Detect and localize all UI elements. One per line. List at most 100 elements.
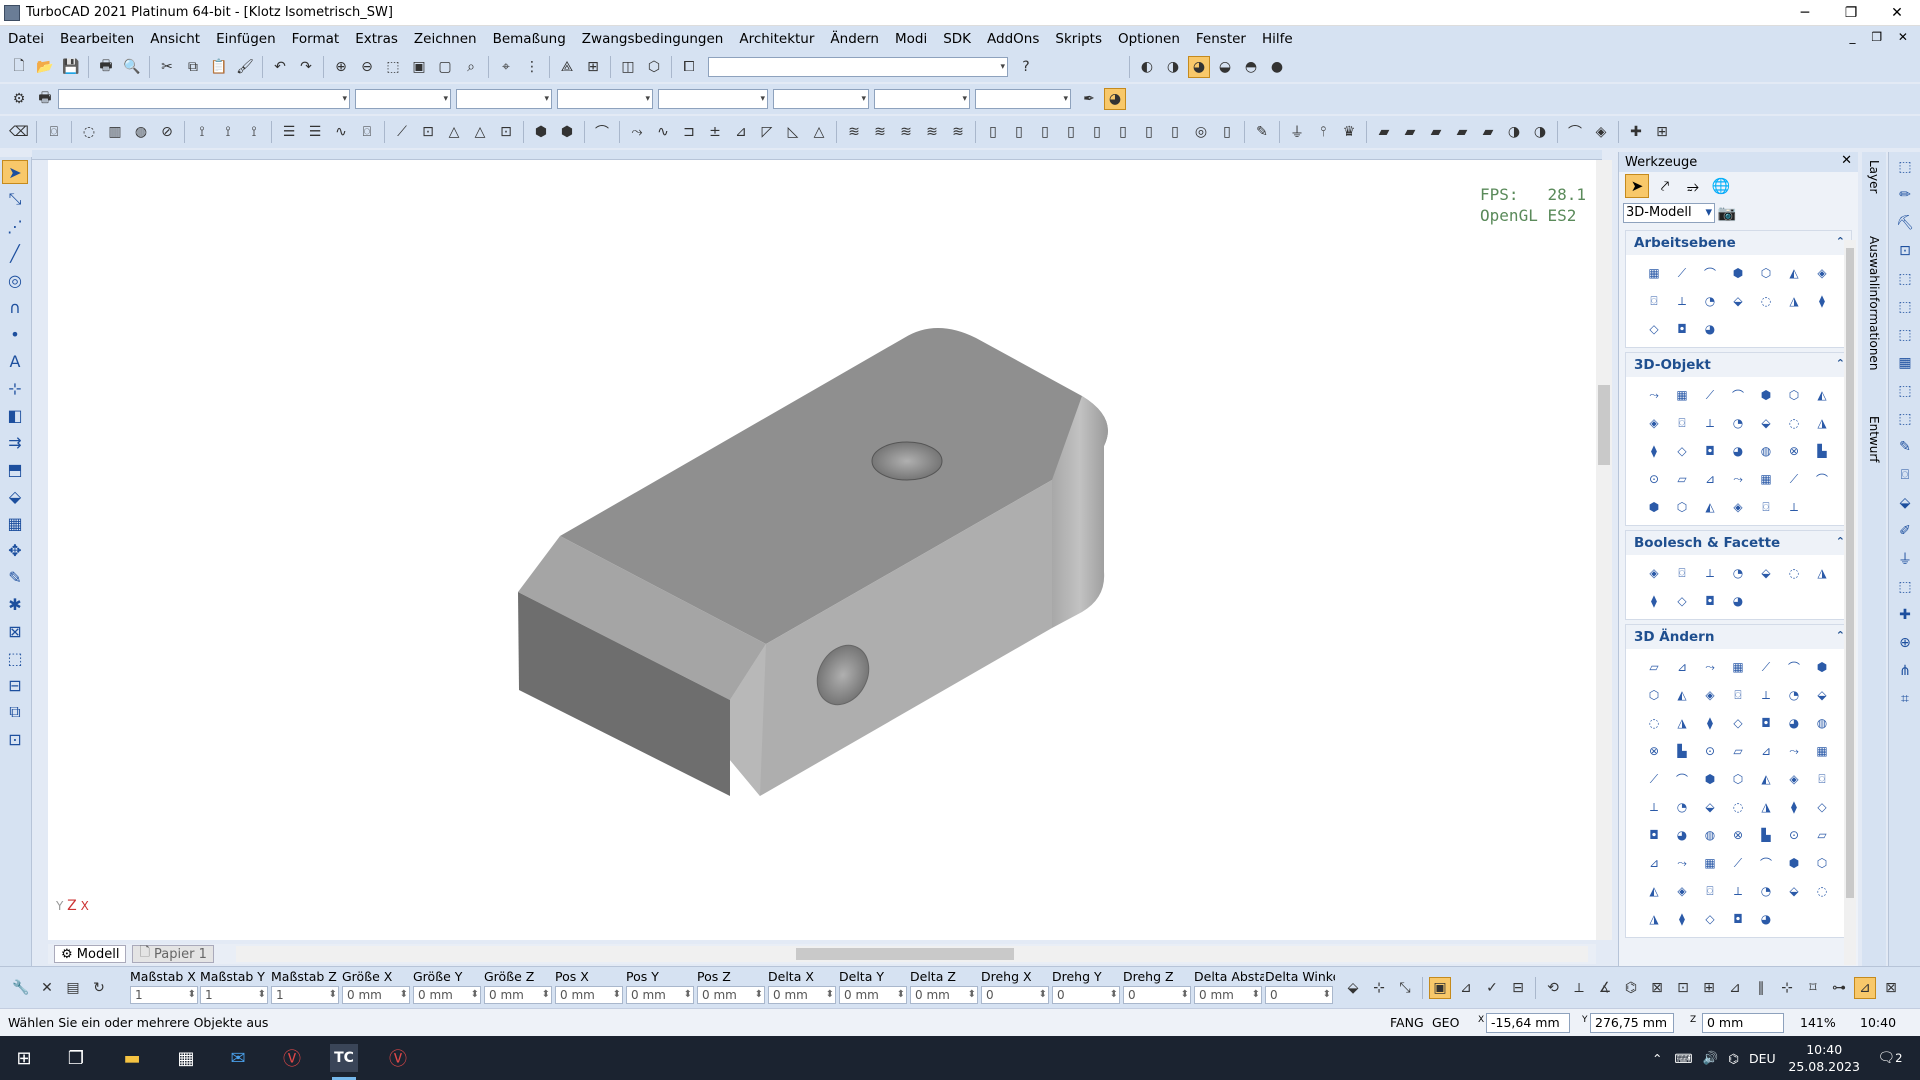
palette-tool-icon[interactable]: ⌼ — [1724, 681, 1752, 709]
windows-start-icon[interactable]: ⊞ — [10, 1044, 38, 1072]
palette-tool-icon[interactable]: ⧫ — [1640, 437, 1668, 465]
palette-tool-icon[interactable]: ⤳ — [1724, 465, 1752, 493]
palette-tool-icon[interactable]: ⊙ — [1640, 465, 1668, 493]
luminance-combo[interactable]: ▾ — [975, 89, 1071, 109]
palette-tool-icon[interactable]: ◭ — [1640, 877, 1668, 905]
palette-tool-icon[interactable]: ⊿ — [1668, 653, 1696, 681]
palette-tool-icon[interactable]: ⌒ — [1780, 653, 1808, 681]
render-shaded-icon[interactable]: ◕ — [1188, 56, 1210, 78]
palette-tool-icon[interactable]: ◭ — [1752, 765, 1780, 793]
palette-tool-icon[interactable]: ◭ — [1780, 259, 1808, 287]
menu-fenster[interactable]: Fenster — [1188, 26, 1254, 52]
node-edit-icon[interactable]: ⊡ — [1892, 238, 1918, 264]
language-indicator[interactable]: DEU — [1749, 1051, 1776, 1066]
palette-tool-icon[interactable]: ◮ — [1780, 287, 1808, 315]
disabled-icon-3[interactable]: ⬚ — [1892, 294, 1918, 320]
color-combo[interactable]: ▾ — [355, 89, 451, 109]
minimize-button[interactable]: ─ — [1782, 0, 1828, 26]
menu-einfuegen[interactable]: Einfügen — [208, 26, 284, 52]
palette-close-icon[interactable]: ✕ — [1841, 153, 1852, 168]
hatch-combo[interactable]: ▾ — [773, 89, 869, 109]
palette-tool-icon[interactable]: ◇ — [1808, 793, 1836, 821]
menu-ansicht[interactable]: Ansicht — [142, 26, 208, 52]
palette-tool-icon[interactable]: ◌ — [1752, 287, 1780, 315]
line-icon[interactable]: ╱ — [2, 241, 28, 265]
cancel-shape-icon[interactable]: ⊘ — [156, 121, 178, 143]
palette-tool-icon[interactable]: ⊿ — [1640, 849, 1668, 877]
palette-tool-icon[interactable]: ▦ — [1808, 737, 1836, 765]
plus-icon[interactable]: ✚ — [1625, 121, 1647, 143]
vertical-scroll-thumb[interactable] — [1598, 385, 1610, 465]
wall-6-icon[interactable]: ▯ — [1112, 121, 1134, 143]
print-icon[interactable]: 🖶 — [95, 56, 117, 78]
palette-tool-icon[interactable]: ▱ — [1668, 465, 1696, 493]
palette-tool-icon[interactable]: ◌ — [1780, 559, 1808, 587]
snap-app-icon[interactable]: ⊿ — [1724, 977, 1746, 999]
snap-free-icon[interactable]: ⊶ — [1828, 977, 1850, 999]
palette-tool-icon[interactable]: ◇ — [1640, 315, 1668, 343]
draft-icon[interactable]: △ — [808, 121, 830, 143]
sphere-icon[interactable]: ◍ — [130, 121, 152, 143]
palette-tool-icon[interactable]: ▱ — [1808, 821, 1836, 849]
palette-tool-icon[interactable]: ◔ — [1752, 877, 1780, 905]
tab-model[interactable]: ⚙ Modell — [54, 945, 127, 963]
palette-tool-icon[interactable]: ◍ — [1752, 437, 1780, 465]
vertical-scrollbar[interactable] — [1596, 160, 1612, 940]
select-arrow-icon[interactable]: ➤ — [2, 160, 28, 184]
palette-tool-icon[interactable]: ⌼ — [1640, 287, 1668, 315]
tri-2-icon[interactable]: △ — [469, 121, 491, 143]
paste-icon[interactable]: 📋 — [208, 56, 230, 78]
palette-tool-icon[interactable]: ◍ — [1808, 709, 1836, 737]
network-icon[interactable]: ⋔ — [1892, 658, 1918, 684]
cut-icon[interactable]: ✂ — [156, 56, 178, 78]
render-mode-icon[interactable]: ◕ — [1104, 88, 1126, 110]
wall-7-icon[interactable]: ▯ — [1138, 121, 1160, 143]
palette-tool-icon[interactable]: ◔ — [1724, 409, 1752, 437]
filter-icon[interactable]: ⏚ — [1286, 121, 1308, 143]
network-tray-icon[interactable]: ⌬ — [1728, 1051, 1739, 1066]
dimension-icon[interactable]: ⊹ — [2, 376, 28, 400]
tab-layer[interactable]: Layer — [1864, 156, 1884, 216]
palette-tool-icon[interactable]: ⬡ — [1668, 493, 1696, 521]
palette-tool-icon[interactable]: ⌼ — [1808, 765, 1836, 793]
inspector-input[interactable]: 0 mm — [839, 986, 907, 1004]
palette-tool-icon[interactable]: ⌒ — [1724, 381, 1752, 409]
palette-tool-icon[interactable]: ▦ — [1724, 653, 1752, 681]
snap-tangent-icon[interactable]: ⟲ — [1542, 977, 1564, 999]
palette-tool-icon[interactable]: ⧫ — [1780, 793, 1808, 821]
palette-tool-icon[interactable]: ◇ — [1668, 587, 1696, 615]
menu-bearbeiten[interactable]: Bearbeiten — [52, 26, 142, 52]
menu-aendern[interactable]: Ändern — [822, 26, 887, 52]
palette-tool-icon[interactable]: ⬢ — [1808, 653, 1836, 681]
palette-tool-icon[interactable]: ⟋ — [1780, 465, 1808, 493]
palette-tool-icon[interactable]: ⬡ — [1724, 765, 1752, 793]
palette-tool-icon[interactable]: ◘ — [1696, 437, 1724, 465]
cube-b-icon[interactable]: ⬢ — [556, 121, 578, 143]
curve-icon[interactable]: ∩ — [2, 295, 28, 319]
palette-tool-icon[interactable]: ◕ — [1724, 437, 1752, 465]
cube-a-icon[interactable]: ⬢ — [530, 121, 552, 143]
camera-tool-icon[interactable]: ⊡ — [2, 727, 28, 751]
palette-tool-icon[interactable]: ⟂ — [1752, 681, 1780, 709]
array-3-icon[interactable]: ≋ — [895, 121, 917, 143]
palette-tool-icon[interactable]: ⧫ — [1668, 905, 1696, 933]
sweep-2-icon[interactable]: ∿ — [652, 121, 674, 143]
target-icon[interactable]: ⊕ — [1892, 630, 1918, 656]
disabled-icon-2[interactable]: ⬚ — [1892, 266, 1918, 292]
menu-sdk[interactable]: SDK — [935, 26, 979, 52]
z-coord-field[interactable]: 0 mm — [1702, 1013, 1784, 1033]
palette-tool-icon[interactable]: ◈ — [1724, 493, 1752, 521]
select-tool-2-icon[interactable]: ⟟ — [217, 121, 239, 143]
palette-tool-icon[interactable]: ⟂ — [1696, 409, 1724, 437]
copy-icon[interactable]: ⧉ — [182, 56, 204, 78]
world-plane-icon[interactable]: ⟁ — [556, 56, 578, 78]
render-quality-icon[interactable]: ◓ — [1240, 56, 1262, 78]
palette-tool-icon[interactable]: ⟂ — [1724, 877, 1752, 905]
block-tool-icon[interactable]: ⊟ — [2, 673, 28, 697]
palette-tool-icon[interactable]: ◘ — [1640, 821, 1668, 849]
linetype-combo[interactable]: ▾ — [456, 89, 552, 109]
palette-tool-icon[interactable]: ⬙ — [1752, 559, 1780, 587]
menu-hilfe[interactable]: Hilfe — [1254, 26, 1301, 52]
shell-icon[interactable]: ◌ — [78, 121, 100, 143]
snap-node-icon[interactable]: ⌑ — [1802, 977, 1824, 999]
